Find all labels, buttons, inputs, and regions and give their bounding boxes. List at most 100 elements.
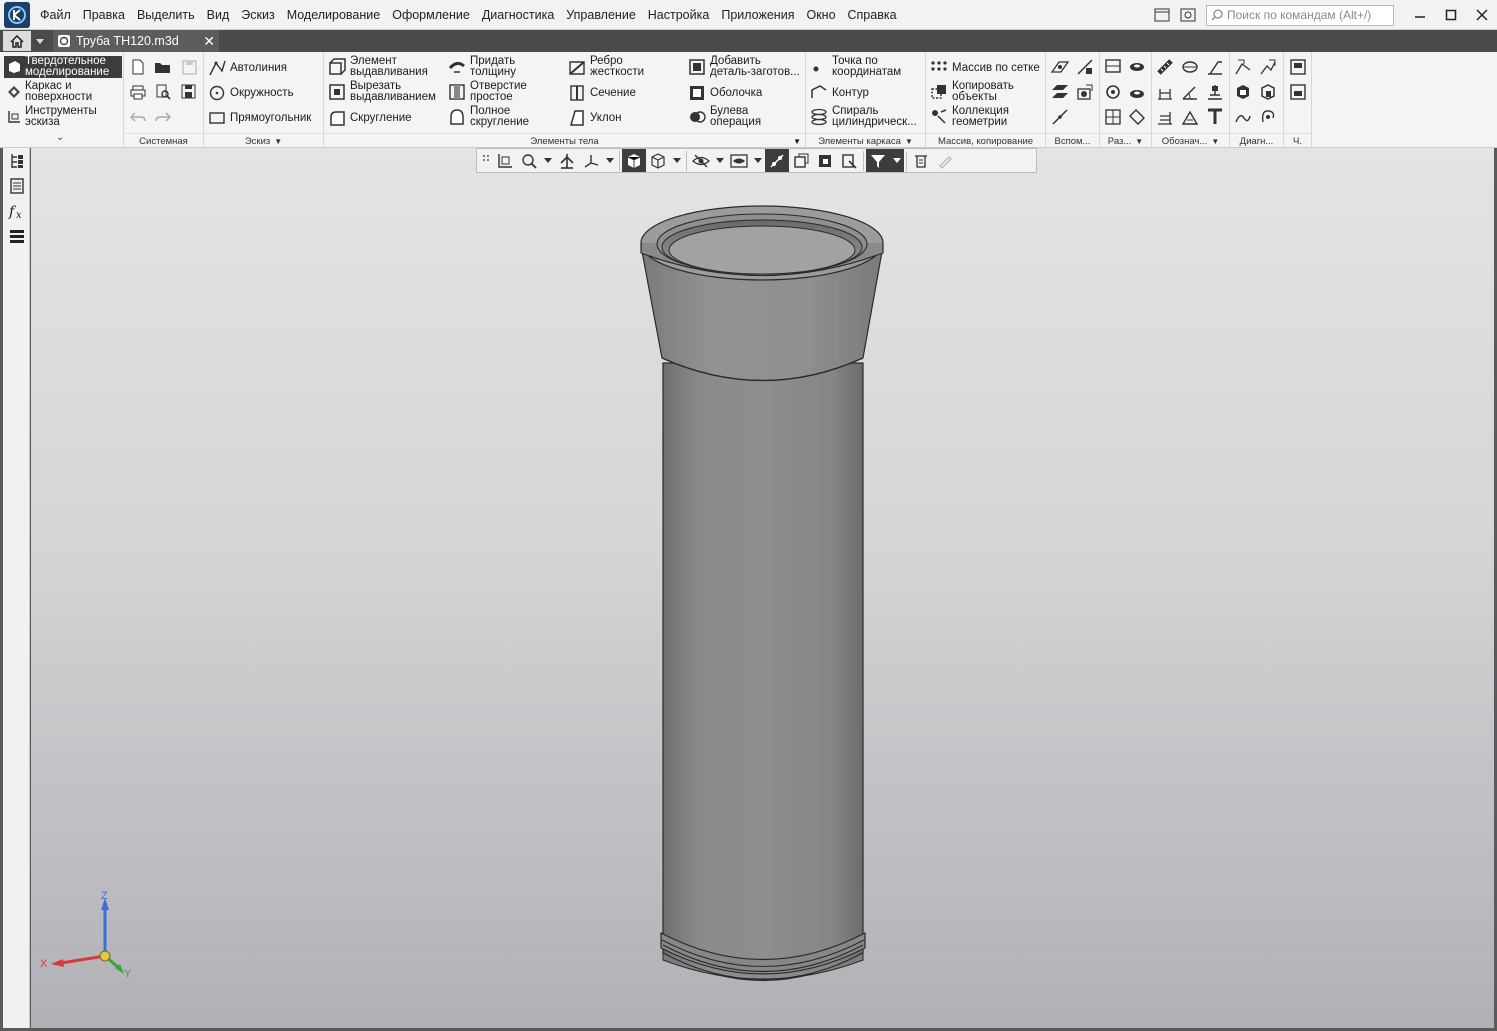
shell-button[interactable]: Оболочка bbox=[688, 84, 762, 102]
menu-window[interactable]: Окно bbox=[800, 0, 841, 30]
save-icon[interactable] bbox=[179, 57, 199, 77]
properties-icon[interactable] bbox=[3, 173, 30, 198]
menu-edit[interactable]: Правка bbox=[77, 0, 131, 30]
menu-bar: Файл Правка Выделить Вид Эскиз Моделиров… bbox=[0, 0, 1497, 30]
open-folder-icon[interactable] bbox=[153, 57, 173, 77]
3d-viewport[interactable]: Z X Y bbox=[31, 148, 1494, 1028]
full-round-button[interactable]: Полное скругление bbox=[448, 105, 529, 128]
tabs-dropdown[interactable] bbox=[31, 31, 49, 51]
point-by-coords-button[interactable]: Точка по координатам bbox=[810, 55, 901, 78]
preview-icon[interactable] bbox=[153, 82, 173, 102]
sheet-hole-icon[interactable] bbox=[1127, 82, 1147, 102]
copy-objects-button[interactable]: Копировать объекты bbox=[930, 80, 1014, 103]
aux-axis-icon[interactable] bbox=[1075, 57, 1095, 77]
deviation-icon[interactable] bbox=[1258, 107, 1278, 127]
sheet-body-icon[interactable] bbox=[1103, 57, 1123, 77]
minimize-button[interactable] bbox=[1404, 0, 1435, 30]
body-group-dropdown-icon[interactable]: ▼ bbox=[793, 137, 801, 146]
sheet-bend-icon[interactable] bbox=[1103, 82, 1123, 102]
menu-management[interactable]: Управление bbox=[560, 0, 642, 30]
menu-drafting[interactable]: Оформление bbox=[386, 0, 476, 30]
menu-modeling[interactable]: Моделирование bbox=[281, 0, 387, 30]
menu-sketch[interactable]: Эскиз bbox=[235, 0, 280, 30]
axis-label-z: Z bbox=[101, 890, 108, 902]
contour-button[interactable]: Контур bbox=[810, 84, 869, 102]
command-search-input[interactable]: Поиск по командам (Alt+/) bbox=[1206, 4, 1394, 26]
roughness-icon[interactable] bbox=[1205, 57, 1225, 77]
print-icon[interactable] bbox=[128, 82, 148, 102]
autoline-button[interactable]: Автолиния bbox=[208, 59, 287, 77]
add-part-button[interactable]: Добавить деталь-заготов... bbox=[688, 55, 800, 78]
sheet-flange-icon[interactable] bbox=[1127, 57, 1147, 77]
check-collisions-icon[interactable] bbox=[1258, 82, 1278, 102]
kompas-logo-icon[interactable] bbox=[4, 1, 30, 28]
leader-icon[interactable] bbox=[1155, 107, 1175, 127]
measure-distance-icon[interactable] bbox=[1233, 57, 1253, 77]
expand-chevron-icon[interactable]: ⌄ bbox=[56, 132, 64, 143]
geometry-collection-button[interactable]: Коллекция геометрии bbox=[930, 105, 1009, 128]
aux-cs-icon[interactable] bbox=[1075, 82, 1095, 102]
thread-icon[interactable] bbox=[1155, 57, 1175, 77]
curvature-icon[interactable] bbox=[1233, 107, 1253, 127]
angular-dim-icon[interactable] bbox=[1180, 82, 1200, 102]
aux-line-icon[interactable] bbox=[1050, 107, 1070, 127]
mass-properties-icon[interactable] bbox=[1233, 82, 1253, 102]
circle-button[interactable]: Окружность bbox=[208, 84, 294, 102]
rib-button[interactable]: Ребро жесткости bbox=[568, 55, 644, 78]
group-label-body[interactable]: Элементы тела bbox=[324, 133, 805, 148]
window-layout-icon[interactable] bbox=[1152, 5, 1172, 25]
group-label-sketch[interactable]: Эскиз ▼ bbox=[204, 133, 323, 148]
pipe-3d-model[interactable] bbox=[31, 148, 1494, 1028]
tolerance-icon[interactable] bbox=[1180, 107, 1200, 127]
dimension-icon[interactable] bbox=[1180, 57, 1200, 77]
base-icon[interactable] bbox=[1205, 82, 1225, 102]
grid-array-button[interactable]: Массив по сетке bbox=[930, 59, 1040, 77]
aux-plane-icon[interactable] bbox=[1050, 57, 1070, 77]
group-label-sections[interactable]: Раз... ▼ bbox=[1100, 133, 1151, 148]
menu-diagnostics[interactable]: Диагностика bbox=[476, 0, 560, 30]
group-label-frame[interactable]: Элементы каркаса ▼ bbox=[806, 133, 925, 148]
thicken-button[interactable]: Придать толщину bbox=[448, 55, 516, 78]
ch-group: Ч. bbox=[1284, 52, 1312, 148]
new-document-icon[interactable] bbox=[128, 57, 148, 77]
aux-offset-plane-icon[interactable] bbox=[1050, 82, 1070, 102]
section-button[interactable]: Сечение bbox=[568, 84, 636, 102]
mode-sketch-tools[interactable]: Инструменты эскиза bbox=[4, 105, 122, 128]
home-button[interactable] bbox=[3, 31, 31, 51]
sheet-stamp-icon[interactable] bbox=[1127, 107, 1147, 127]
variables-fx-icon[interactable]: fx bbox=[3, 198, 30, 223]
screen-settings-icon[interactable] bbox=[1178, 5, 1198, 25]
cylindrical-spiral-button[interactable]: Спираль цилиндрическ... bbox=[810, 105, 917, 128]
linear-dim-icon[interactable] bbox=[1155, 82, 1175, 102]
simple-hole-button[interactable]: Отверстие простое bbox=[448, 80, 527, 103]
menu-select[interactable]: Выделить bbox=[131, 0, 201, 30]
tab-close-button[interactable]: ✕ bbox=[203, 32, 215, 50]
draft-button[interactable]: Уклон bbox=[568, 109, 622, 127]
boolean-button[interactable]: Булева операция bbox=[688, 105, 761, 128]
menu-view[interactable]: Вид bbox=[201, 0, 236, 30]
sheet-grid-icon[interactable] bbox=[1103, 107, 1123, 127]
model-tree-icon[interactable] bbox=[3, 148, 30, 173]
maximize-button[interactable] bbox=[1435, 0, 1466, 30]
group-label-designations[interactable]: Обознач... ▼ bbox=[1152, 133, 1229, 148]
layers-icon[interactable] bbox=[3, 223, 30, 248]
save-all-icon[interactable] bbox=[179, 82, 199, 102]
specification-icon[interactable] bbox=[1288, 82, 1308, 102]
mode-solid-modeling[interactable]: Твердотельное моделирование bbox=[4, 55, 122, 78]
menu-applications[interactable]: Приложения bbox=[715, 0, 800, 30]
close-window-button[interactable] bbox=[1466, 0, 1497, 30]
rectangle-button[interactable]: Прямоугольник bbox=[208, 109, 311, 127]
document-tab[interactable]: Труба ТН120.m3d ✕ bbox=[53, 30, 219, 52]
menu-help[interactable]: Справка bbox=[842, 0, 903, 30]
fillet-button[interactable]: Скругление bbox=[328, 109, 412, 127]
menu-file[interactable]: Файл bbox=[34, 0, 77, 30]
drawing-icon[interactable] bbox=[1288, 57, 1308, 77]
cut-extrude-button[interactable]: Вырезать выдавливанием bbox=[328, 80, 436, 103]
redo-icon[interactable] bbox=[153, 107, 173, 127]
undo-icon[interactable] bbox=[128, 107, 148, 127]
menu-settings[interactable]: Настройка bbox=[642, 0, 716, 30]
extrude-button[interactable]: Элемент выдавливания bbox=[328, 55, 428, 78]
text-icon[interactable] bbox=[1205, 107, 1225, 127]
mode-frame-surfaces[interactable]: Каркас и поверхности bbox=[4, 80, 122, 103]
measure-angle-icon[interactable] bbox=[1258, 57, 1278, 77]
